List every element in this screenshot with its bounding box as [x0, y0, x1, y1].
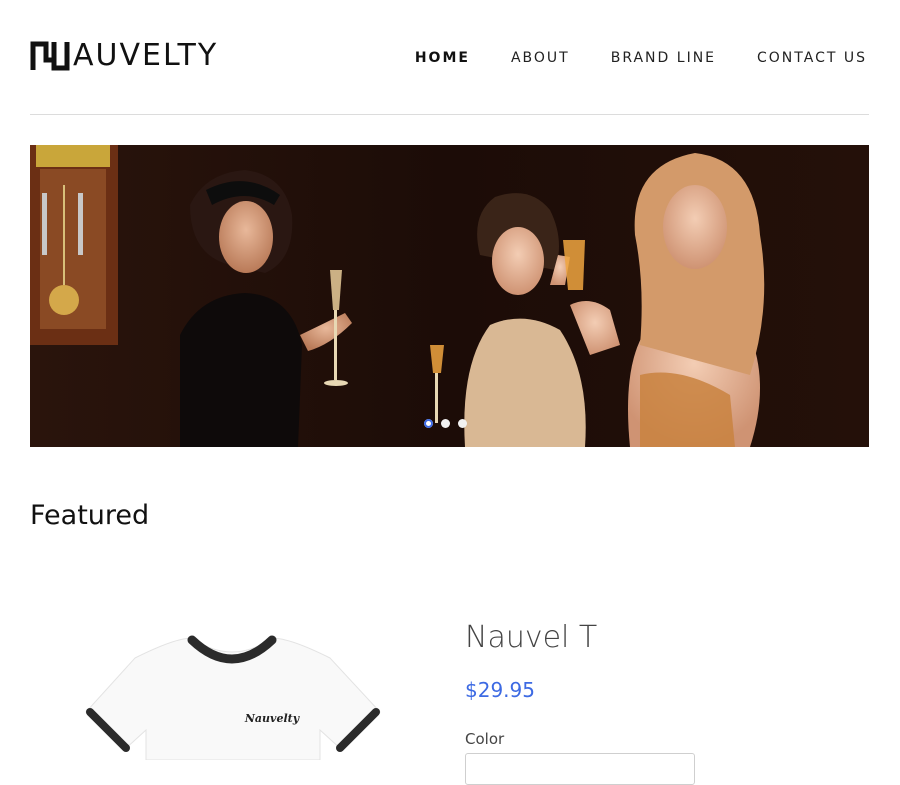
- product-image[interactable]: Nauvelty: [80, 620, 390, 760]
- nav-brand-line[interactable]: BRAND LINE: [611, 48, 716, 68]
- hero-slideshow[interactable]: [30, 145, 869, 447]
- nav-about[interactable]: ABOUT: [511, 48, 570, 68]
- featured-heading: Featured: [30, 500, 150, 531]
- color-select[interactable]: [465, 753, 695, 785]
- brand-name: AUVELTY: [73, 38, 219, 73]
- site-header: AUVELTY HOME ABOUT BRAND LINE CONTACT US: [0, 0, 900, 116]
- product-name[interactable]: Nauvel T: [465, 620, 597, 655]
- hero-image: [30, 145, 869, 447]
- slide-dot-2[interactable]: [441, 419, 450, 428]
- tshirt-image: Nauvelty: [85, 635, 381, 760]
- main-nav: HOME ABOUT BRAND LINE CONTACT US: [415, 48, 867, 68]
- slideshow-dots: [424, 419, 467, 428]
- color-label: Color: [465, 730, 505, 748]
- logo-mark-icon: [30, 41, 70, 71]
- slide-dot-1[interactable]: [424, 419, 433, 428]
- nav-contact-us[interactable]: CONTACT US: [757, 48, 867, 68]
- header-divider: [30, 114, 869, 115]
- nav-home[interactable]: HOME: [415, 48, 470, 68]
- brand-logo[interactable]: AUVELTY: [30, 38, 218, 74]
- product-price: $29.95: [465, 678, 535, 702]
- slide-dot-3[interactable]: [458, 419, 467, 428]
- shirt-print-text: Nauvelty: [244, 712, 301, 725]
